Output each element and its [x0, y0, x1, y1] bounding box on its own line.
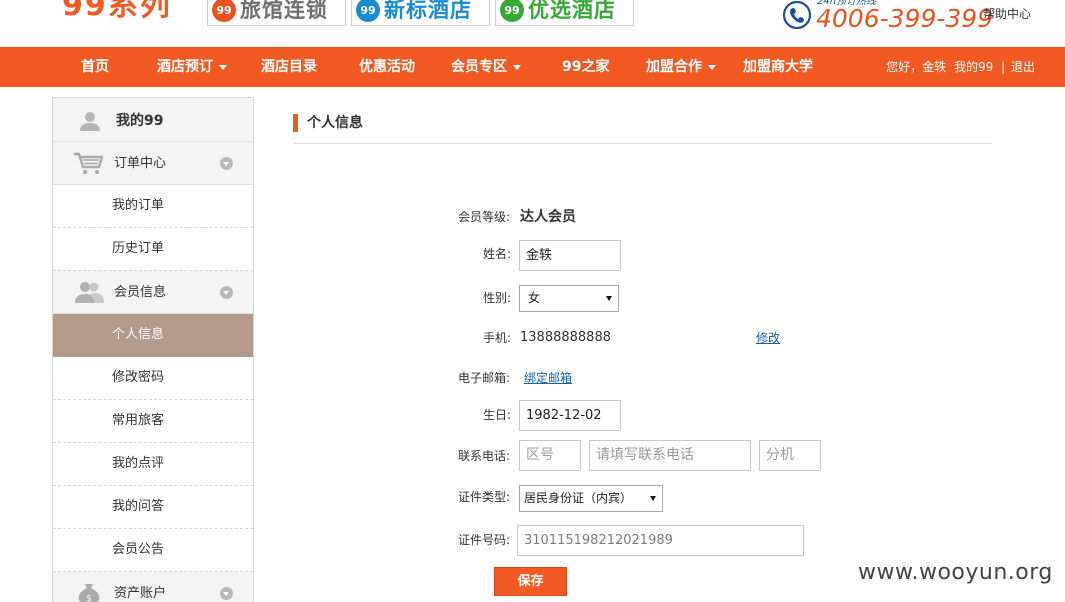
sidebar-item-member-notices[interactable]: 会员公告 [53, 529, 253, 572]
id-type-select[interactable]: 居民身份证（内宾） [519, 485, 663, 512]
phone-label: 联系电话: [458, 449, 511, 463]
sidebar-group-assets[interactable]: $ 资产账户 [53, 572, 253, 602]
brand-99-badge-icon: 99 [356, 0, 380, 22]
mobile-label: 手机: [483, 331, 512, 345]
sidebar-title: 我的99 [116, 113, 164, 129]
brand-name: 优选酒店 [528, 0, 616, 22]
nav-label: 酒店目录 [261, 59, 317, 75]
sidebar-group-label: 订单中心 [114, 156, 167, 171]
email-label: 电子邮箱: [458, 371, 511, 385]
separator: | [1001, 60, 1006, 74]
bind-email-link[interactable]: 绑定邮箱 [524, 370, 572, 386]
username: 金轶 [922, 60, 947, 74]
gender-label: 性别: [483, 291, 512, 305]
dropdown-arrow-icon [606, 296, 612, 301]
nav-label: 优惠活动 [359, 59, 415, 75]
page-root: 99系列 99 旅馆连锁 99 新标酒店 99 优选酒店 24h预订热线 400… [0, 0, 1065, 602]
id-type-selected: 居民身份证（内宾） [524, 491, 633, 505]
nav-label: 加盟商大学 [743, 59, 813, 75]
sidebar-header[interactable]: 我的99 [53, 98, 253, 142]
sidebar-item-personal-info[interactable]: 个人信息 [53, 314, 253, 357]
caret-down-icon [708, 64, 716, 70]
money-bag-icon: $ [78, 584, 100, 602]
nav-label: 加盟合作 [646, 59, 702, 75]
sidebar-item-my-qa[interactable]: 我的问答 [53, 486, 253, 529]
birthday-input[interactable]: 1982-12-02 [519, 400, 621, 431]
main-nav: 首页 酒店预订 酒店目录 优惠活动 会员专区 99之家 加盟合作 加盟商大学 您… [0, 47, 1065, 87]
gender-select[interactable]: 女 [519, 285, 619, 312]
nav-label: 首页 [81, 59, 109, 75]
brand-youxuan-link[interactable]: 99 优选酒店 [495, 0, 634, 26]
id-type-label: 证件类型: [458, 490, 511, 504]
extension-input[interactable]: 分机 [759, 440, 821, 471]
brand-99-badge-icon: 99 [500, 0, 524, 22]
brand-name: 新标酒店 [384, 0, 472, 22]
nav-label: 会员专区 [451, 59, 507, 75]
nav-member-zone[interactable]: 会员专区 [451, 47, 521, 87]
dropdown-arrow-icon [650, 496, 656, 501]
id-number-input[interactable]: 310115198212021989 [517, 525, 804, 556]
collapse-toggle-icon[interactable] [220, 286, 233, 299]
nav-home[interactable]: 首页 [81, 47, 109, 87]
watermark: www.wooyun.org [858, 559, 1053, 587]
sidebar-item-order-history[interactable]: 历史订单 [53, 228, 253, 271]
mobile-edit-link[interactable]: 修改 [756, 330, 780, 346]
brand-lvguan-link[interactable]: 99 旅馆连锁 [207, 0, 346, 26]
nav-hotel-directory[interactable]: 酒店目录 [261, 47, 317, 87]
nav-franchise[interactable]: 加盟合作 [646, 47, 716, 87]
sidebar-group-member-info[interactable]: 会员信息 [53, 271, 253, 314]
collapse-toggle-icon[interactable] [220, 157, 233, 170]
my99-link[interactable]: 我的99 [954, 60, 993, 74]
collapse-toggle-icon[interactable] [220, 587, 233, 600]
section-title: 个人信息 [293, 114, 363, 132]
cart-icon [74, 152, 104, 174]
name-label: 姓名: [483, 247, 512, 261]
greeting-text: 您好， [886, 60, 923, 74]
title-divider [293, 143, 992, 144]
brand-99-badge-icon: 99 [212, 0, 236, 22]
name-input[interactable]: 金轶 [519, 240, 621, 271]
id-number-label: 证件号码: [458, 533, 511, 547]
birthday-label: 生日: [483, 408, 512, 422]
user-bar: 您好，金轶 我的99 | 退出 [886, 47, 1035, 87]
sidebar-group-label: 资产账户 [114, 586, 167, 601]
sidebar-item-frequent-travelers[interactable]: 常用旅客 [53, 400, 253, 443]
sidebar: 我的99 订单中心 我的订单 历史订单 会员信息 个人信息 修改密码 常用旅客 … [52, 97, 254, 602]
users-icon [75, 282, 104, 303]
svg-text:$: $ [86, 594, 92, 602]
member-level-value: 达人会员 [520, 209, 576, 225]
site-logo[interactable]: 99系列 [62, 0, 172, 24]
user-icon [80, 112, 100, 131]
sidebar-item-my-reviews[interactable]: 我的点评 [53, 443, 253, 486]
member-level-label: 会员等级: [458, 210, 511, 224]
nav-promotions[interactable]: 优惠活动 [359, 47, 415, 87]
nav-franchise-university[interactable]: 加盟商大学 [743, 47, 813, 87]
sidebar-group-label: 会员信息 [114, 285, 167, 300]
brand-xinbiao-link[interactable]: 99 新标酒店 [351, 0, 490, 26]
logout-link[interactable]: 退出 [1011, 60, 1035, 74]
save-button[interactable]: 保存 [494, 567, 567, 596]
phone-input[interactable]: 请填写联系电话 [589, 440, 751, 471]
nav-99-home[interactable]: 99之家 [562, 47, 609, 87]
sidebar-item-change-password[interactable]: 修改密码 [53, 357, 253, 400]
brand-name: 旅馆连锁 [240, 0, 328, 22]
gender-selected: 女 [528, 291, 541, 305]
nav-label: 酒店预订 [157, 59, 213, 75]
phone-icon [782, 0, 812, 30]
area-code-input[interactable]: 区号 [519, 440, 581, 471]
hotline-number: 4006-399-399 [816, 4, 994, 33]
caret-down-icon [513, 64, 521, 70]
nav-label: 99之家 [562, 59, 610, 75]
nav-hotel-booking[interactable]: 酒店预订 [157, 47, 227, 87]
sidebar-group-orders[interactable]: 订单中心 [53, 142, 253, 185]
help-center-link[interactable]: 帮助中心 [983, 6, 1031, 22]
mobile-value: 13888888888 [520, 330, 611, 345]
sidebar-item-my-orders[interactable]: 我的订单 [53, 185, 253, 228]
caret-down-icon [219, 64, 227, 70]
